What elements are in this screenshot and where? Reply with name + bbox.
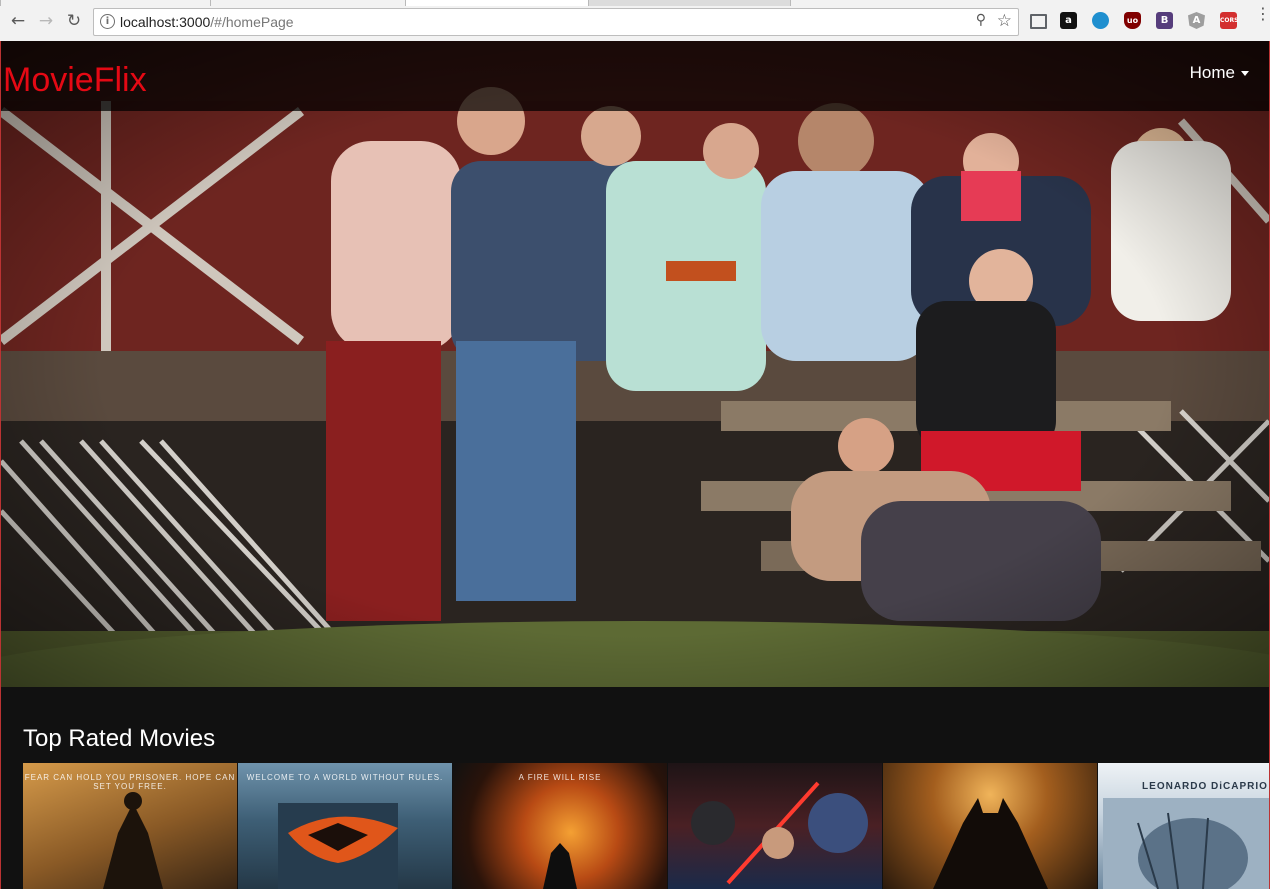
- home-label: Home: [1189, 63, 1235, 82]
- section-title: Top Rated Movies: [23, 725, 216, 752]
- key-icon[interactable]: ⚲: [976, 12, 986, 28]
- poster-art: [103, 792, 163, 889]
- url-path: /#/homePage: [210, 14, 294, 30]
- browser-toolbar: ← → ↻ i localhost:3000/#/homePage ⚲ ☆ a …: [0, 0, 1270, 42]
- ublock-icon[interactable]: uo: [1124, 12, 1141, 29]
- poster-dark-knight-rises[interactable]: A FIRE WILL RISE: [453, 763, 667, 889]
- site-navbar: MovieFlix Home: [1, 41, 1269, 111]
- info-icon[interactable]: i: [100, 14, 115, 29]
- bootstrap-icon[interactable]: B: [1156, 12, 1173, 29]
- cors-icon[interactable]: CORS: [1220, 12, 1238, 29]
- poster-art: [1103, 798, 1269, 889]
- url-host: localhost:3000: [120, 14, 211, 30]
- browser-tab[interactable]: [0, 0, 212, 6]
- chevron-down-icon: [1241, 71, 1249, 77]
- angular-icon[interactable]: A: [1188, 12, 1205, 29]
- poster-shawshank[interactable]: FEAR CAN HOLD YOU PRISONER. HOPE CAN SET…: [23, 763, 237, 889]
- browser-tab[interactable]: [790, 0, 1270, 6]
- address-bar[interactable]: i localhost:3000/#/homePage ⚲ ☆: [93, 8, 1019, 36]
- browser-tab[interactable]: [210, 0, 407, 6]
- hero-image: MovieFlix Home: [1, 41, 1269, 687]
- poster-art: [691, 781, 868, 885]
- reload-icon[interactable]: ↻: [63, 10, 85, 32]
- browser-tab-active[interactable]: [405, 0, 589, 6]
- poster-force-awakens[interactable]: [668, 763, 882, 889]
- arrow-left-icon[interactable]: ←: [7, 10, 29, 32]
- hero-photo: [1, 41, 1269, 687]
- tracker-icon[interactable]: [1092, 12, 1109, 29]
- movie-row: FEAR CAN HOLD YOU PRISONER. HOPE CAN SET…: [23, 763, 1269, 889]
- amazon-icon[interactable]: a: [1060, 12, 1077, 29]
- poster-dark-knight[interactable]: WELCOME TO A WORLD WITHOUT RULES.: [238, 763, 452, 889]
- page: MovieFlix Home Top Rated Movies FEAR CAN…: [0, 41, 1270, 889]
- poster-art: [933, 798, 1048, 889]
- arrow-right-icon[interactable]: →: [35, 10, 57, 32]
- poster-revenant[interactable]: LEONARDO DiCAPRIO: [1098, 763, 1269, 889]
- cast-icon[interactable]: [1030, 14, 1047, 29]
- home-dropdown[interactable]: Home: [1190, 63, 1249, 83]
- poster-art: [543, 843, 577, 889]
- brand-logo[interactable]: MovieFlix: [3, 61, 147, 100]
- browser-menu-icon[interactable]: ⋮: [1255, 6, 1270, 22]
- poster-art: [278, 803, 398, 889]
- tab-strip: [0, 0, 1270, 6]
- url-text[interactable]: localhost:3000/#/homePage: [120, 14, 294, 30]
- poster-batman-begins[interactable]: [883, 763, 1097, 889]
- bookmark-star-icon[interactable]: ☆: [997, 11, 1012, 31]
